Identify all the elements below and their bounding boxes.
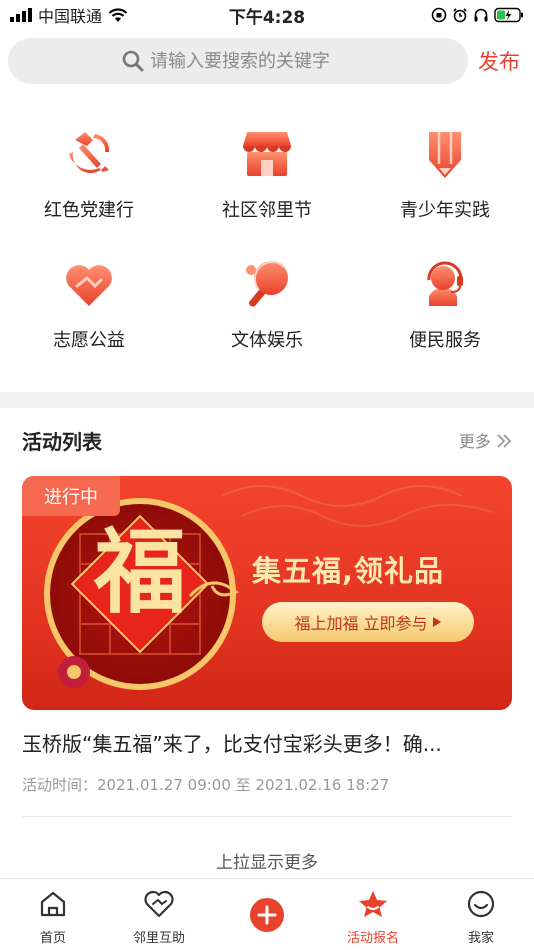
tab-bar: 首页 邻里互助 活动报名 我家: [0, 878, 534, 950]
ping-pong-icon: [246, 261, 288, 307]
activity-header: 活动列表 更多: [22, 426, 512, 456]
category-item-community[interactable]: 社区邻里节: [178, 126, 356, 256]
battery-icon: [494, 7, 523, 23]
more-label: 更多: [458, 432, 491, 451]
tab-activity-signup[interactable]: 活动报名: [320, 889, 426, 946]
heart-icon: [144, 890, 174, 918]
status-right: [431, 7, 524, 23]
activity-time: 活动时间：2021.01.27 09:00 至 2021.02.16 18:27: [22, 776, 390, 794]
category-item-service[interactable]: 便民服务: [356, 256, 534, 386]
category-item-party[interactable]: 红色党建行: [0, 126, 178, 256]
tab-neighbor-help[interactable]: 邻里互助: [106, 889, 212, 946]
banner-title: 集五福,领礼品: [252, 554, 445, 588]
load-more-hint: 上拉显示更多: [216, 853, 318, 873]
carrier-label: 中国联通: [38, 7, 103, 26]
status-bar: 中国联通 下午4:28: [0, 0, 534, 30]
category-item-sports[interactable]: 文体娱乐: [178, 256, 356, 386]
category-grid: 红色党建行 社区邻里节 青少年实践 志愿公益 文体娱乐 便民服务: [0, 92, 534, 392]
activity-banner[interactable]: 福 进行中 集五福,领礼品 福上加福 立即参与: [22, 476, 512, 710]
alarm-icon: [453, 8, 467, 23]
storefront-icon: [243, 132, 291, 176]
divider: [22, 816, 512, 817]
publish-button[interactable]: 发布: [478, 46, 520, 76]
banner-button-label: 福上加福 立即参与: [294, 614, 428, 633]
headphones-icon: [474, 8, 488, 22]
category-label: 志愿公益: [53, 330, 125, 351]
double-chevron-right-icon: [497, 434, 512, 448]
search-icon: [122, 50, 144, 72]
search-row: 发布: [0, 30, 534, 92]
category-item-volunteer[interactable]: 志愿公益: [0, 256, 178, 386]
orientation-lock-icon: [431, 7, 447, 23]
heart-hands-icon: [66, 265, 112, 306]
party-emblem-icon: [69, 132, 110, 174]
star-icon: [359, 891, 387, 917]
tab-label: 我家: [467, 931, 494, 946]
activity-section: 活动列表 更多 福 进行中 集五福,领礼品 福上加福 立即参与 玉桥版“集五福”…: [0, 408, 534, 878]
banner-join-button[interactable]: 福上加福 立即参与: [262, 602, 474, 642]
wifi-icon: [108, 7, 128, 22]
category-label: 便民服务: [409, 330, 481, 351]
category-label: 文体娱乐: [231, 330, 303, 351]
tab-label: 活动报名: [346, 931, 399, 946]
category-label: 青少年实践: [400, 200, 490, 221]
activity-title[interactable]: 玉桥版“集五福”来了，比支付宝彩头更多！确...: [22, 728, 512, 757]
status-badge: 进行中: [22, 476, 120, 516]
tab-my-home[interactable]: 我家: [428, 889, 534, 946]
tab-label: 邻里互助: [132, 931, 185, 946]
play-icon: [432, 617, 441, 627]
search-box[interactable]: [8, 38, 468, 84]
pencil-icon: [429, 132, 461, 178]
more-link[interactable]: 更多: [459, 428, 512, 452]
category-label: 社区邻里节: [222, 200, 312, 221]
tab-add[interactable]: [214, 897, 320, 937]
plus-icon: [250, 898, 284, 932]
headset-service-icon: [427, 261, 463, 306]
section-title: 活动列表: [22, 430, 102, 454]
status-left: 中国联通: [10, 3, 128, 27]
tab-home[interactable]: 首页: [0, 889, 106, 946]
tab-label: 首页: [39, 931, 66, 946]
banner-fu-character: 福: [94, 518, 187, 626]
home-icon: [40, 891, 66, 917]
smile-icon: [467, 890, 495, 918]
signal-icon: [10, 8, 32, 22]
category-label: 红色党建行: [44, 200, 134, 221]
search-input[interactable]: [150, 50, 450, 72]
category-item-youth[interactable]: 青少年实践: [356, 126, 534, 256]
